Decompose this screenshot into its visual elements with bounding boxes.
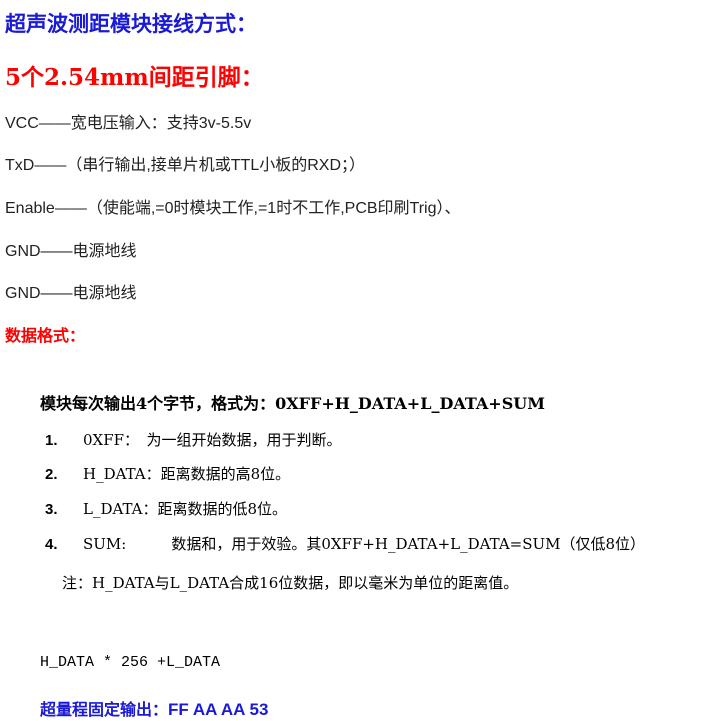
format-title: 模块每次输出4个字节，格式为：0XFF+H_DATA+L_DATA+SUM [40,394,545,413]
list-item-number: 4. [45,536,58,553]
list-item-number: 3. [45,501,58,518]
pin-vcc: VCC——宽电压输入：支持3v-5.5v [5,115,252,132]
overrange-label: 超量程固定输出： [40,700,169,719]
pin-enable: Enable——（使能端,=0时模块工作,=1时不工作,PCB印刷Trig）、 [5,200,461,217]
list-item: 1. 0XFF： 为一组开始数据，用于判断。 [45,429,342,450]
list-item-text: 0XFF： 为一组开始数据，用于判断。 [83,431,342,449]
pin-spec-heading: 5个2.54mm间距引脚： [5,64,264,91]
data-format-heading: 数据格式： [5,326,86,345]
list-item: 3. L_DATA：距离数据的低8位。 [45,498,287,519]
overrange-output: 超量程固定输出：FF AA AA 53 [40,696,268,720]
list-item-text: L_DATA：距离数据的低8位。 [83,500,288,518]
list-item-number: 1. [45,432,58,449]
overrange-value: FF AA AA 53 [168,700,269,719]
pin-gnd-1: GND——电源地线 [5,243,137,260]
page-heading: 超声波测距模块接线方式： [5,11,257,36]
list-item: 2. H_DATA：距离数据的高8位。 [45,463,290,484]
list-item-text: SUM: 数据和，用于效验。其0XFF+H_DATA+L_DATA=SUM（仅低… [83,535,646,553]
formula-text: H_DATA * 256 +L_DATA [40,654,221,671]
list-item-number: 2. [45,466,58,483]
pin-gnd-2: GND——电源地线 [5,285,137,302]
pin-txd: TxD——（串行输出,接单片机或TTL小板的RXD；） [5,157,366,174]
list-item: 4. SUM: 数据和，用于效验。其0XFF+H_DATA+L_DATA=SUM（… [45,533,645,554]
note-text: 注：H_DATA与L_DATA合成16位数据，即以毫米为单位的距离值。 [62,574,519,592]
list-item-text: H_DATA：距离数据的高8位。 [83,465,291,483]
